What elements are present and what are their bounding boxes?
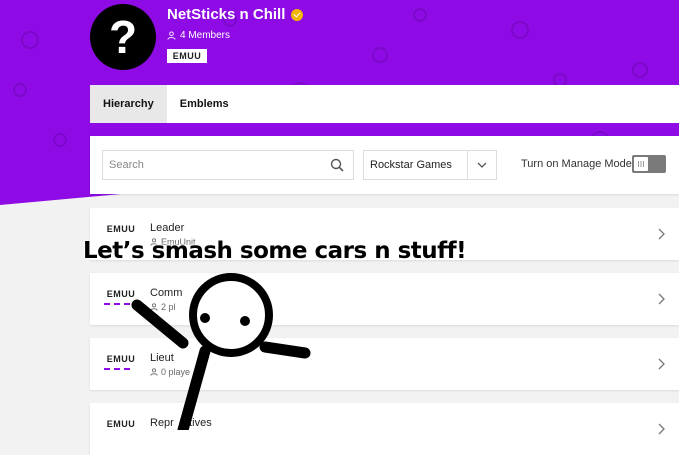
tab-bar: Hierarchy Emblems: [90, 85, 679, 123]
crew-avatar: ?: [90, 4, 156, 70]
toggle-knob: [634, 157, 648, 171]
crew-name: NetSticks n Chill: [167, 6, 304, 23]
member-count-text: 4 Members: [180, 30, 231, 41]
chevron-right-icon: [658, 423, 665, 435]
rank-tag: EMUU: [106, 224, 136, 234]
meme-caption: Let’s smash some cars n stuff!: [83, 238, 467, 264]
rank-name: Leader: [150, 222, 185, 234]
crew-name-text: NetSticks n Chill: [167, 6, 286, 23]
tab-emblems[interactable]: Emblems: [167, 85, 242, 123]
platform-select[interactable]: Rockstar Games: [363, 150, 497, 180]
chevron-right-icon: [658, 228, 665, 240]
toggle-grip: [638, 161, 644, 167]
person-icon: [167, 31, 176, 40]
chevron-down-icon: [468, 162, 496, 168]
verified-icon: [291, 8, 304, 21]
crew-tag: EMUU: [167, 49, 207, 63]
search-icon[interactable]: [327, 158, 347, 172]
chevron-right-icon: [658, 358, 665, 370]
member-count[interactable]: 4 Members: [167, 30, 230, 41]
filter-card: Rockstar Games Turn on Manage Mode: [90, 136, 679, 194]
platform-select-value: Rockstar Games: [370, 159, 452, 171]
tab-hierarchy[interactable]: Hierarchy: [90, 85, 167, 123]
search-box: [102, 150, 354, 180]
stick-figure-drawing: [131, 273, 311, 430]
manage-mode-toggle[interactable]: [632, 155, 666, 173]
chevron-right-icon: [658, 293, 665, 305]
manage-mode-label: Turn on Manage Mode: [521, 158, 632, 170]
search-input[interactable]: [103, 151, 327, 179]
